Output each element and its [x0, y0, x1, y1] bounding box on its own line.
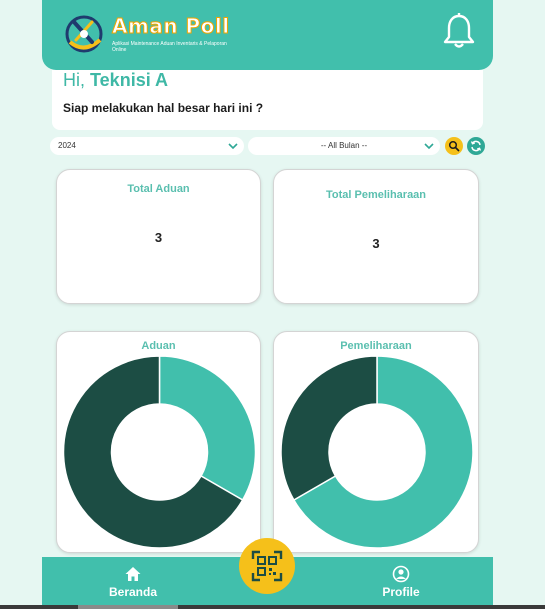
- aduan-donut-chart: [62, 355, 257, 549]
- total-pemeliharaan-title: Total Pemeliharaan: [325, 189, 427, 201]
- app-name: Aman Poll: [112, 14, 230, 39]
- greeting-title: Hi, Teknisi A: [63, 70, 168, 91]
- header: Aman Poll Aplikasi Maintenance Aduan Inv…: [42, 0, 493, 70]
- pemeliharaan-chart-title: Pemeliharaan: [340, 340, 412, 352]
- aduan-chart-card: Aduan: [56, 331, 261, 553]
- pemeliharaan-chart-card: Pemeliharaan: [273, 331, 479, 553]
- refresh-button[interactable]: [467, 137, 485, 155]
- total-pemeliharaan-value: 3: [372, 236, 380, 251]
- total-aduan-card: Total Aduan 3: [56, 169, 261, 304]
- greeting-hi: Hi,: [63, 70, 85, 90]
- app-tagline: Aplikasi Maintenance Aduan Inventaris & …: [112, 41, 227, 53]
- total-pemeliharaan-card: Total Pemeliharaan 3: [273, 169, 479, 304]
- pemeliharaan-donut-chart: [280, 355, 474, 549]
- total-aduan-value: 3: [154, 230, 163, 245]
- qr-scan-icon: [251, 550, 283, 582]
- chevron-down-icon: [424, 143, 434, 150]
- nav-beranda[interactable]: Beranda: [93, 565, 173, 599]
- qr-scan-button[interactable]: [239, 538, 295, 594]
- chevron-down-icon: [228, 143, 238, 150]
- nav-profile[interactable]: Profile: [361, 565, 441, 599]
- app: Aman Poll Aplikasi Maintenance Aduan Inv…: [42, 0, 493, 609]
- search-icon: [448, 140, 460, 152]
- greeting-subtitle: Siap melakukan hal besar hari ini ?: [63, 101, 264, 115]
- aduan-chart-title: Aduan: [141, 340, 176, 352]
- home-icon: [125, 567, 141, 581]
- user-name: Teknisi A: [90, 70, 169, 90]
- search-button[interactable]: [445, 137, 463, 155]
- greeting-card: Hi, Teknisi A Siap melakukan hal besar h…: [52, 70, 483, 130]
- bell-icon[interactable]: [441, 12, 477, 50]
- scrollbar-thumb[interactable]: [78, 605, 178, 609]
- refresh-icon: [470, 140, 482, 152]
- donut-slice-1[interactable]: [280, 355, 378, 502]
- donut-slice-0[interactable]: [158, 355, 257, 502]
- month-select[interactable]: -- All Bulan --: [248, 137, 440, 155]
- logo-icon: [65, 15, 103, 53]
- total-aduan-title: Total Aduan: [127, 183, 190, 195]
- month-select-value: -- All Bulan --: [320, 141, 368, 150]
- year-select-value: 2024: [58, 141, 76, 150]
- nav-profile-label: Profile: [382, 585, 420, 599]
- year-select[interactable]: 2024: [50, 137, 244, 155]
- user-icon: [392, 565, 410, 583]
- nav-beranda-label: Beranda: [108, 585, 158, 599]
